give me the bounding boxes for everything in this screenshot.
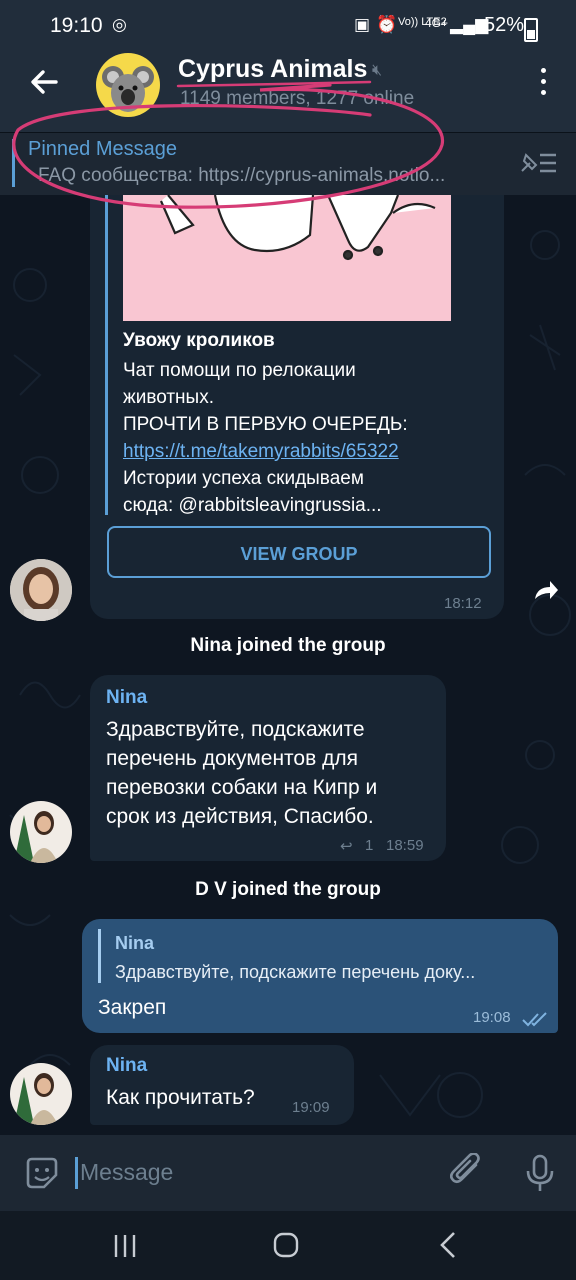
message-line: срок из действия, Спасибо. <box>106 805 374 828</box>
message-text: Здравствуйте, подскажите перечень докуме… <box>106 715 377 831</box>
view-group-button[interactable]: VIEW GROUP <box>107 526 491 578</box>
link-preview-message[interactable]: Увожу кроликов Чат помощи по релокации ж… <box>90 195 504 619</box>
user-photo <box>10 801 72 863</box>
emoji-sticker-icon[interactable] <box>24 1155 60 1191</box>
message-text: Как прочитать? <box>106 1086 255 1109</box>
outgoing-message[interactable]: Nina Здравствуйте, подскажите перечень д… <box>82 919 558 1033</box>
forward-icon[interactable] <box>530 575 560 605</box>
message-input-bar: Message <box>0 1135 576 1211</box>
recent-apps-icon[interactable] <box>112 1233 138 1259</box>
message-time: 18:59 <box>386 837 424 854</box>
status-time: 19:10 <box>50 14 103 37</box>
service-message: Nina joined the group <box>190 635 386 656</box>
preview-line: животных. <box>123 387 214 408</box>
sync-icon: ◎ <box>112 15 127 34</box>
quote-text[interactable]: Здравствуйте, подскажите перечень доку..… <box>115 962 547 983</box>
signal-label: 4G+ <box>425 16 449 30</box>
message-input[interactable]: Message <box>80 1159 173 1186</box>
message-time: 18:12 <box>444 595 482 612</box>
reply-icon[interactable]: ↩︎ <box>340 837 353 855</box>
notification-icon: ▣ <box>354 15 371 34</box>
preview-description: Чат помощи по релокации животных. ПРОЧТИ… <box>123 357 453 519</box>
user-photo <box>10 559 72 621</box>
battery-icon <box>524 18 538 42</box>
message-time: 19:09 <box>292 1099 330 1116</box>
sender-name[interactable]: Nina <box>106 1055 147 1077</box>
quote-sender[interactable]: Nina <box>115 933 154 954</box>
alarm-icon: ⏰ <box>376 15 398 34</box>
preview-accent-bar <box>105 195 108 515</box>
preview-line: Истории успеха скидываем <box>123 468 364 489</box>
message-text: Закреп <box>98 996 167 1019</box>
message-line: перечень документов для <box>106 747 358 770</box>
text-cursor <box>75 1157 78 1189</box>
service-message: D V joined the group <box>195 879 381 900</box>
chat-messages[interactable]: Увожу кроликов Чат помощи по релокации ж… <box>0 195 576 1135</box>
preview-line: сюда: @rabbitsleavingrussia... <box>123 495 382 516</box>
annotation-scribble <box>12 80 444 209</box>
sender-name[interactable]: Nina <box>106 687 147 709</box>
avatar[interactable] <box>10 559 72 621</box>
preview-link[interactable]: https://t.me/takemyrabbits/65322 <box>123 438 453 465</box>
avatar[interactable] <box>10 801 72 863</box>
preview-title: Увожу кроликов <box>123 330 275 351</box>
preview-line: ПРОЧТИ В ПЕРВУЮ ОЧЕРЕДЬ: <box>123 414 408 435</box>
attach-icon[interactable] <box>450 1153 486 1193</box>
system-nav-bar <box>0 1211 576 1280</box>
reply-count[interactable]: 1 <box>365 837 373 854</box>
incoming-message[interactable]: Nina Как прочитать? 19:09 <box>90 1045 354 1125</box>
avatar[interactable] <box>10 1063 72 1125</box>
battery-percent: 52% <box>483 14 524 36</box>
quote-bar <box>98 929 101 983</box>
signal-icon: ▂▄▆ <box>450 15 489 34</box>
message-time: 19:08 <box>473 1009 511 1026</box>
status-bar: 19:10 ◎ ▣ ⏰ Vo)) LTE2 4G+ ▂▄▆ 52% <box>0 0 576 52</box>
home-icon[interactable] <box>272 1231 300 1259</box>
incoming-message[interactable]: Nina Здравствуйте, подскажите перечень д… <box>90 675 446 861</box>
back-nav-icon[interactable] <box>438 1231 458 1259</box>
message-line: Здравствуйте, подскажите <box>106 718 365 741</box>
user-photo <box>10 1063 72 1125</box>
preview-line: Чат помощи по релокации <box>123 360 356 381</box>
message-line: перевозки собаки на Кипр и <box>106 776 378 799</box>
microphone-icon[interactable] <box>524 1153 556 1193</box>
read-checkmarks-icon <box>522 1012 547 1027</box>
